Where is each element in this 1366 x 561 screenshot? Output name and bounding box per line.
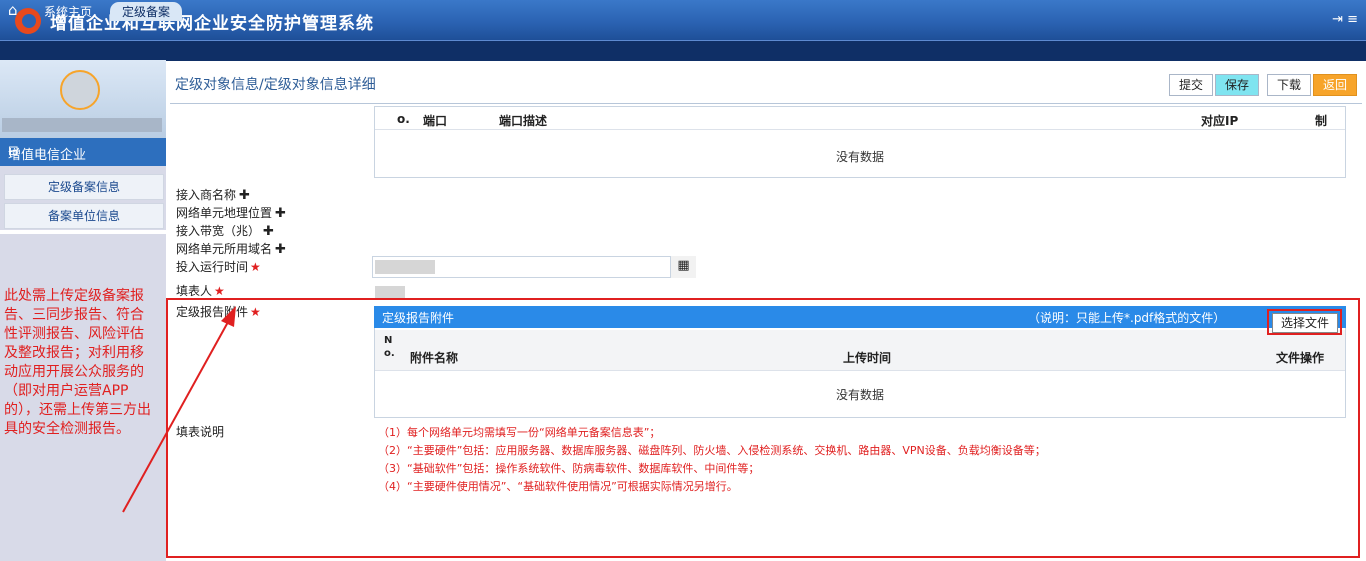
run-time-label: 投入运行时间 ★: [176, 260, 261, 274]
tab-dengji-beian[interactable]: 定级备案: [110, 2, 183, 21]
download-button[interactable]: 下载: [1267, 74, 1311, 96]
domain-label: 网络单元所用域名 ✚: [176, 242, 286, 257]
expand-plus-icon[interactable]: ✚: [239, 188, 250, 203]
sidebar-section-header[interactable]: 增值电信企业 ⊟: [0, 138, 166, 166]
expand-plus-icon[interactable]: ✚: [275, 206, 286, 221]
port-table: o. 端口 端口描述 对应IP 制 没有数据: [374, 106, 1346, 178]
submit-button[interactable]: 提交: [1169, 74, 1213, 96]
sidebar-gap: [0, 230, 166, 234]
sidebar-item-unit-info[interactable]: 备案单位信息: [4, 203, 164, 229]
sidebar-item-dengji-info[interactable]: 定级备案信息: [4, 174, 164, 200]
save-button[interactable]: 保存: [1215, 74, 1259, 96]
filler-label: 填表人 ★: [176, 284, 225, 298]
bandwidth-label: 接入带宽（兆） ✚: [176, 224, 274, 239]
column-header: 制: [1315, 114, 1328, 128]
breadcrumb: 定级对象信息/定级对象信息详细: [175, 77, 376, 93]
geo-location-label: 网络单元地理位置 ✚: [176, 206, 286, 221]
redacted-value: [375, 260, 435, 274]
column-header: 端口描述: [499, 114, 548, 128]
collapse-icon[interactable]: ⊟: [8, 144, 160, 159]
column-header: 端口: [423, 114, 448, 128]
access-provider-label: 接入商名称 ✚: [176, 188, 250, 203]
tab-home[interactable]: 系统主页: [30, 2, 106, 21]
expand-plus-icon[interactable]: ✚: [275, 242, 286, 257]
column-header: 对应IP: [1201, 114, 1239, 128]
required-star-icon: ★: [250, 260, 261, 274]
back-button[interactable]: 返回: [1313, 74, 1357, 96]
calendar-icon[interactable]: ▦: [670, 256, 696, 278]
redacted-value: [375, 286, 405, 298]
nav-bar: [0, 40, 1366, 61]
highlight-box: [166, 298, 1360, 558]
divider: [170, 103, 1362, 104]
empty-message: 没有数据: [835, 150, 884, 164]
avatar: [60, 70, 100, 110]
header-menu-icons[interactable]: ⇥ ≡: [1332, 12, 1358, 27]
required-star-icon: ★: [214, 284, 225, 298]
column-header: o.: [397, 112, 410, 126]
username-redacted: [2, 118, 162, 132]
annotation-text: 此处需上传定级备案报告、三同步报告、符合性评测报告、风险评估及整改报告；对利用移…: [4, 288, 151, 437]
expand-plus-icon[interactable]: ✚: [263, 224, 274, 239]
home-icon[interactable]: ⌂: [8, 1, 18, 19]
